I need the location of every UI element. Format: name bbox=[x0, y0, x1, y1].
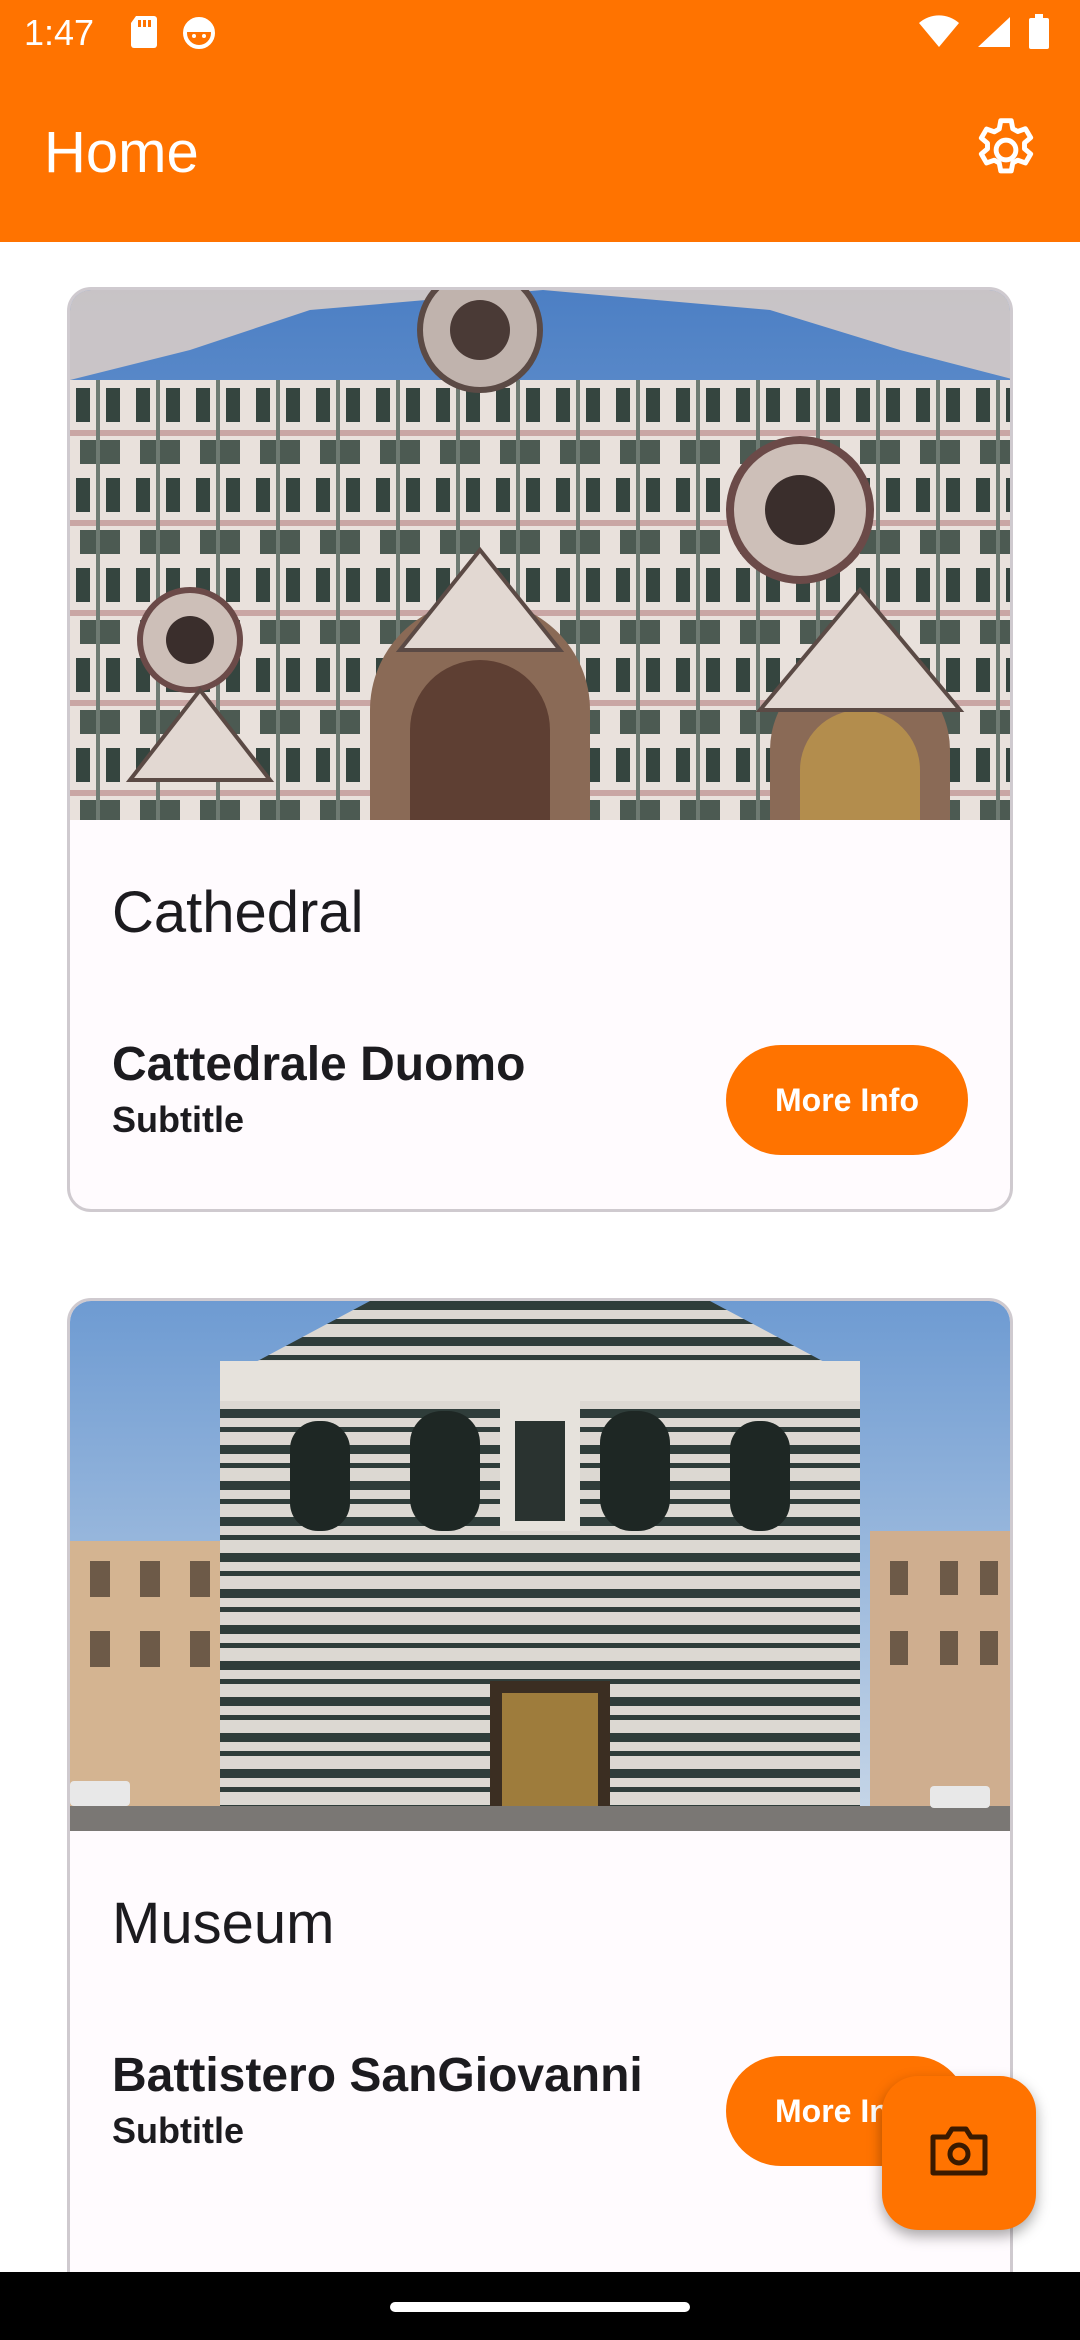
app-bar: Home bbox=[0, 66, 1080, 242]
sd-card-icon bbox=[128, 14, 160, 55]
card-title: Cattedrale Duomo bbox=[112, 1038, 526, 1091]
card-title: Battistero SanGiovanni bbox=[112, 2049, 643, 2102]
card-heading: Cathedral bbox=[112, 880, 364, 945]
gear-icon bbox=[969, 113, 1043, 192]
card-subtitle: Subtitle bbox=[112, 2110, 244, 2151]
status-time: 1:47 bbox=[24, 12, 95, 53]
card-cathedral[interactable]: Cathedral Cattedrale Duomo Subtitle More… bbox=[67, 287, 1013, 1212]
status-left-icons bbox=[128, 14, 218, 55]
status-bar: 1:47 bbox=[0, 0, 1080, 66]
home-indicator[interactable] bbox=[390, 2302, 690, 2312]
card-heading: Museum bbox=[112, 1891, 335, 1956]
page-title: Home bbox=[44, 120, 199, 185]
cellular-signal-icon bbox=[976, 15, 1012, 54]
navigation-bar bbox=[0, 2272, 1080, 2340]
camera-fab[interactable] bbox=[882, 2076, 1036, 2230]
card-museum[interactable]: Museum Battistero SanGiovanni Subtitle M… bbox=[67, 1298, 1013, 2272]
status-right-icons bbox=[918, 14, 1050, 55]
battery-icon bbox=[1028, 14, 1050, 55]
card-list[interactable]: Cathedral Cattedrale Duomo Subtitle More… bbox=[0, 242, 1080, 2272]
settings-button[interactable] bbox=[966, 112, 1046, 192]
camera-icon bbox=[929, 2125, 989, 2182]
wifi-icon bbox=[918, 15, 960, 54]
cathedral-image bbox=[70, 290, 1010, 820]
android-face-icon bbox=[180, 14, 218, 55]
more-info-button[interactable]: More Info bbox=[726, 1045, 968, 1155]
baptistery-image bbox=[70, 1301, 1010, 1831]
card-subtitle: Subtitle bbox=[112, 1099, 244, 1140]
